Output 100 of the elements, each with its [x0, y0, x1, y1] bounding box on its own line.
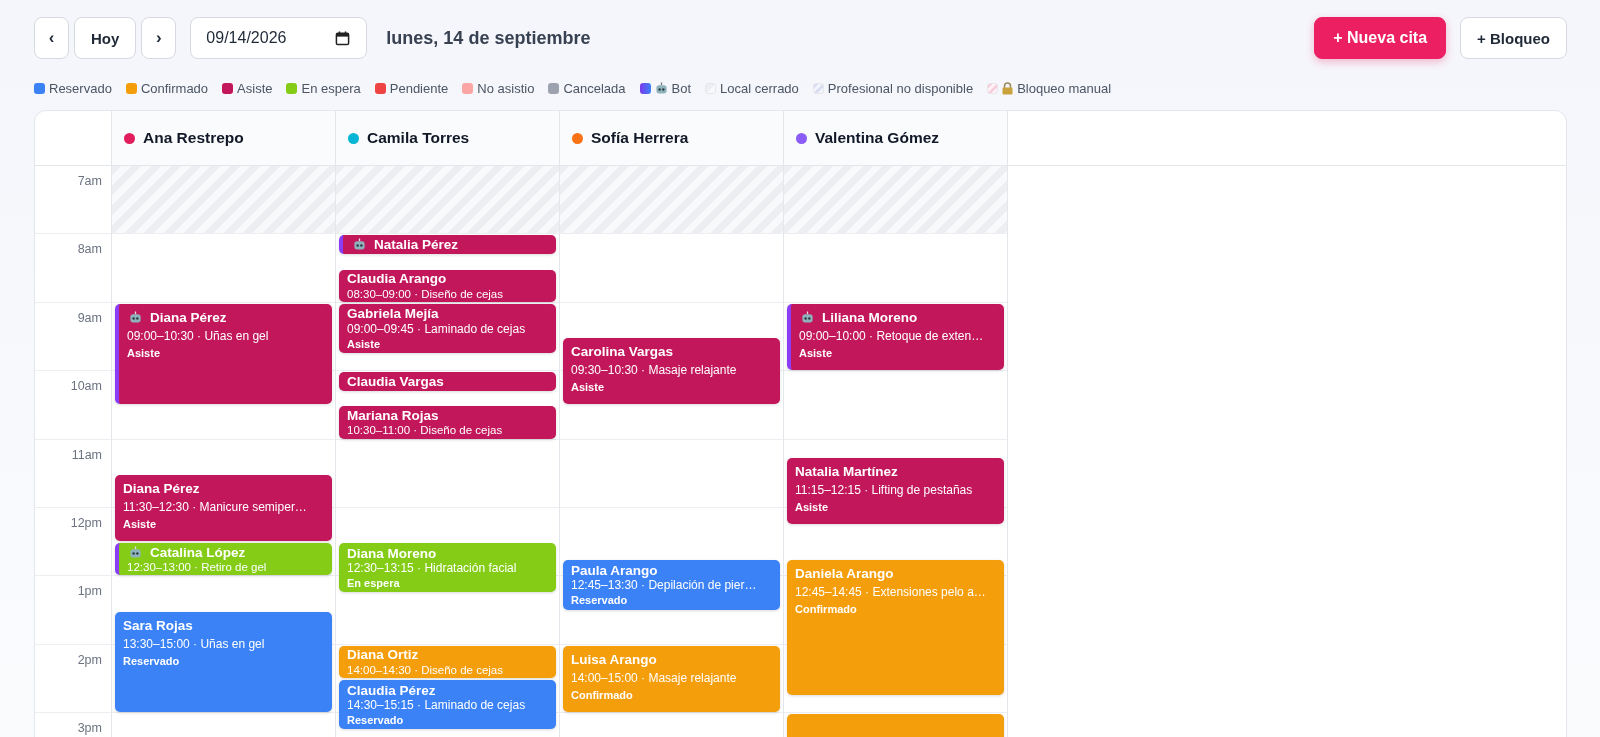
previous-button[interactable]: ‹	[34, 17, 69, 59]
client-name: Mariana Rojas	[347, 407, 439, 423]
appointment-status: Asiste	[127, 345, 162, 361]
legend-label: No asistio	[477, 80, 535, 96]
column-header: Ana Restrepo	[112, 111, 336, 165]
appointment-card[interactable]: Sara Rojas 13:30–15:00 · Uñas en gel Reservado	[115, 611, 332, 713]
appointment-detail: 09:00–10:00 · Retoque de exten…	[799, 327, 985, 345]
next-button[interactable]: ›	[141, 17, 177, 59]
appointment-detail: 13:30–15:00 · Uñas en gel	[123, 635, 266, 653]
hour-label: 10am	[70, 379, 102, 394]
appointment-detail: 14:30–15:15 · Laminado de cejas	[347, 698, 527, 713]
appointment-status: Asiste	[795, 499, 830, 515]
legend-label: Pendiente	[389, 80, 449, 96]
block-button[interactable]: + Bloqueo	[1460, 17, 1567, 59]
hour-label: 8am	[77, 242, 102, 257]
legend-swatch	[639, 82, 651, 94]
client-name: Diana Moreno	[347, 545, 437, 561]
robot-icon	[654, 81, 668, 95]
appointment-detail: 09:00–10:30 · Uñas en gel	[127, 327, 270, 345]
appointment-status: Asiste	[347, 336, 382, 351]
lock-icon	[1002, 81, 1014, 95]
appointment-card[interactable]: Mariana Rojas 10:30–11:00 · Diseño de cejas	[339, 406, 556, 439]
appointment-status: Asiste	[799, 345, 834, 361]
appointment-card[interactable]: Natalia Pérez	[339, 235, 556, 254]
client-name: Sara Rojas	[123, 617, 193, 633]
calendar-icon	[335, 30, 351, 46]
legend-label: Asiste	[237, 80, 273, 96]
legend-label: En espera	[301, 80, 361, 96]
legend-label: Cancelada	[563, 80, 626, 96]
appointment-detail: 12:30–13:15 · Hidratación facial	[347, 561, 518, 577]
robot-icon	[129, 545, 142, 559]
appointment-card[interactable]: Claudia Pérez 14:30–15:15 · Laminado de cejas Reservado	[339, 680, 556, 730]
client-name: Liliana Moreno	[822, 309, 918, 325]
column-header: Camila Torres	[336, 111, 560, 165]
hour-label: 9am	[77, 310, 102, 325]
client-name: Claudia Pérez	[347, 682, 436, 698]
appointment-card[interactable]: Claudia Vargas	[339, 372, 556, 391]
client-name: Diana Pérez	[123, 480, 200, 496]
hour-label: 1pm	[77, 584, 102, 599]
client-name: Claudia Arango	[347, 271, 447, 287]
new-appointment-button[interactable]: + Nueva cita	[1314, 17, 1447, 59]
hour-label: 11am	[71, 447, 102, 462]
appointment-detail: 12:45–13:30 · Depilación de pier…	[571, 578, 758, 594]
client-name: Paula Arango	[571, 562, 658, 578]
robot-icon	[801, 310, 814, 324]
robot-icon	[353, 237, 366, 251]
appointment-card[interactable]: Natalia Martínez 11:15–12:15 · Lifting de pestañas Asiste	[787, 457, 1004, 525]
hour-label: 2pm	[77, 652, 102, 667]
legend-label: Confirmado	[140, 80, 209, 96]
column-header: Valentina Gómez	[784, 111, 1008, 165]
appointment-card[interactable]: Claudia Arango 08:30–09:00 · Diseño de cejas	[339, 269, 556, 302]
client-name: Claudia Vargas	[347, 373, 444, 389]
appointment-status: Confirmado	[795, 602, 858, 618]
legend-label: Local cerrado	[720, 80, 799, 96]
appointment-detail: 08:30–09:00 · Diseño de cejas	[347, 286, 504, 301]
legend-label: Bloqueo manual	[1017, 80, 1112, 96]
appointment-card[interactable]: Gabriela Mejía 09:00–09:45 · Laminado de cejas Asiste	[339, 303, 556, 354]
client-name: Natalia Pérez	[374, 236, 459, 252]
appointment-detail: 14:00–14:30 · Diseño de cejas	[347, 662, 504, 677]
appointment-detail: 12:45–14:45 · Extensiones pelo a…	[795, 584, 987, 602]
appointment-detail: 10:30–11:00 · Diseño de cejas	[347, 423, 504, 438]
appointment-status: Reservado	[571, 593, 629, 608]
legend-label: Profesional no disponible	[827, 80, 974, 96]
client-name: Luisa Arango	[571, 651, 657, 667]
appointment-detail: 11:30–12:30 · Manicure semiper…	[123, 498, 308, 516]
appointment-detail: 09:30–10:30 · Masaje relajante	[571, 362, 738, 379]
hour-label: 7am	[77, 174, 102, 188]
appointment-card[interactable]: Diana Pérez 11:30–12:30 · Manicure semiper… Asiste	[115, 474, 332, 542]
appointment-status: En espera	[347, 576, 401, 591]
date-heading: lunes, 14 de septiembre	[386, 27, 591, 49]
appointment-card[interactable]: Carolina Vargas 09:30–10:30 · Masaje relajante Asiste	[563, 338, 780, 405]
client-name: Diana Pérez	[150, 309, 227, 325]
appointment-status: Reservado	[347, 713, 405, 727]
client-name: Carolina Vargas	[571, 344, 674, 359]
appointment-detail: 14:00–15:00 · Masaje relajante	[571, 669, 738, 687]
appointment-status: Reservado	[123, 653, 181, 669]
appointment-card[interactable]: Diana Pérez 09:00–10:30 · Uñas en gel Asiste	[115, 303, 332, 405]
legend-swatch	[812, 82, 824, 94]
client-name: Daniela Arango	[795, 566, 894, 582]
client-name: Catalina López	[150, 544, 246, 560]
appointment-card[interactable]: Liliana Moreno 09:00–10:00 · Retoque de exten… Asiste	[787, 303, 1004, 371]
appointment-card[interactable]: Paula Arango 12:45–13:30 · Depilación de pier… Reservado	[563, 560, 780, 610]
legend-swatch	[987, 82, 999, 94]
client-name: Natalia Martínez	[795, 463, 898, 479]
appointment-status: Asiste	[571, 380, 606, 395]
legend-label: Bot	[671, 80, 692, 96]
client-name: Gabriela Mejía	[347, 306, 439, 322]
appointment-status: Confirmado	[571, 687, 634, 703]
appointment-detail: 09:00–09:45 · Laminado de cejas	[347, 321, 527, 337]
appointment-status: Asiste	[123, 516, 158, 532]
client-name: Diana Ortiz	[347, 647, 419, 663]
column-header: Sofía Herrera	[560, 111, 784, 165]
hour-label: 12pm	[70, 515, 102, 530]
today-button[interactable]: Hoy	[74, 17, 137, 59]
date-field[interactable]: 09/14/2026	[190, 17, 368, 59]
legend-label: Reservado	[49, 80, 112, 96]
appointment-detail: 11:15–12:15 · Lifting de pestañas	[795, 481, 974, 499]
robot-icon	[129, 310, 142, 324]
hour-label: 3pm	[77, 721, 102, 736]
appointment-detail: 12:30–13:00 · Retiro de gel	[127, 560, 268, 575]
